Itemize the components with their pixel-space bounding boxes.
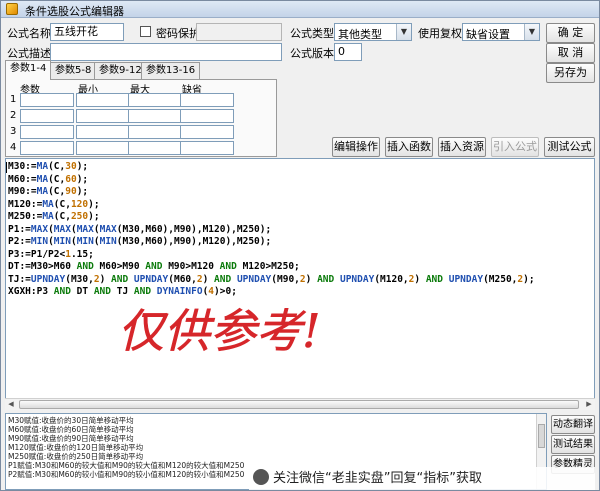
formula-desc-input[interactable] [50, 43, 282, 61]
window-title: 条件选股公式编辑器 [25, 5, 124, 18]
scroll-right-icon[interactable]: ▶ [583, 399, 595, 410]
formula-type-select[interactable]: 其他类型 ▼ [334, 23, 412, 41]
param-default-cell[interactable] [180, 93, 234, 107]
password-input[interactable] [196, 23, 282, 41]
scroll-left-icon[interactable]: ◀ [5, 399, 17, 410]
horizontal-scrollbar[interactable]: ◀ ▶ [5, 398, 595, 410]
svg-text:仅供参考!: 仅供参考! [118, 304, 321, 358]
param-name-cell[interactable] [20, 109, 74, 123]
edit-operations-button[interactable]: 编辑操作 [332, 137, 380, 157]
code-line[interactable]: M250:=MA(C,250); [8, 211, 535, 224]
param-row-number: 1 [10, 94, 17, 105]
password-label: 密码保护 [156, 27, 200, 40]
code-line[interactable]: P3:=P1/P2<1.15; [8, 249, 535, 262]
help-line: M60赋值:收盘价的60日简单移动平均 [8, 425, 134, 434]
scrollbar-thumb[interactable] [538, 424, 545, 448]
code-line[interactable]: P2:=MIN(MIN(MIN(MIN(M30,M60),M90),M120),… [8, 236, 535, 249]
formula-version-label: 公式版本 [290, 47, 334, 60]
help-line: M120赋值:收盘价的120日简单移动平均 [8, 443, 144, 452]
formula-desc-label: 公式描述 [7, 47, 51, 60]
param-default-cell[interactable] [180, 109, 234, 123]
code-text[interactable]: M30:=MA(C,30); M60:=MA(C,60); M90:=MA(C,90… [8, 161, 535, 299]
dynamic-translate-button[interactable]: 动态翻译 [551, 415, 595, 434]
formula-type-value: 其他类型 [338, 28, 382, 41]
test-formula-button[interactable]: 测试公式 [544, 137, 595, 157]
insert-resource-button[interactable]: 插入资源 [438, 137, 486, 157]
code-line[interactable]: M120:=MA(C,120); [8, 199, 535, 212]
wechat-watermark: 关注微信“老韭实盘”回复“指标”获取 [249, 467, 595, 490]
text-cursor [6, 162, 7, 173]
tab-params-9-12[interactable]: 参数9-12 [94, 62, 147, 79]
param-name-cell[interactable] [20, 141, 74, 155]
help-line: M90赋值:收盘价的90日简单移动平均 [8, 434, 134, 443]
help-line: M30赋值:收盘价的30日简单移动平均 [8, 416, 134, 425]
tab-params-5-8[interactable]: 参数5-8 [50, 62, 97, 79]
code-line[interactable]: P1:=MAX(MAX(MAX(MAX(M30,M60),M90),M120),… [8, 224, 535, 237]
formula-version-input[interactable]: 0 [334, 43, 362, 61]
code-line[interactable]: TJ:=UPNDAY(M30,2) AND UPNDAY(M60,2) AND … [8, 274, 535, 287]
param-table: 参数 最小 最大 缺省 1 2 3 4 [5, 79, 277, 157]
param-min-cell[interactable] [76, 125, 130, 139]
param-max-cell[interactable] [128, 141, 182, 155]
insert-function-button[interactable]: 插入函数 [385, 137, 433, 157]
wechat-icon [253, 469, 269, 485]
code-line[interactable]: M90:=MA(C,90); [8, 186, 535, 199]
param-row-number: 2 [10, 110, 17, 121]
save-as-button[interactable]: 另存为 [546, 63, 595, 83]
param-row-number: 3 [10, 126, 17, 137]
password-checkbox[interactable] [140, 26, 151, 37]
chevron-down-icon[interactable]: ▼ [524, 24, 539, 40]
formula-name-input[interactable]: 五线开花 [50, 23, 124, 41]
param-min-cell[interactable] [76, 109, 130, 123]
code-editor[interactable]: M30:=MA(C,30); M60:=MA(C,60); M90:=MA(C,90… [5, 158, 595, 410]
param-min-cell[interactable] [76, 93, 130, 107]
price-adjust-select[interactable]: 缺省设置 ▼ [462, 23, 540, 41]
price-adjust-label: 使用复权 [418, 27, 462, 40]
param-max-cell[interactable] [128, 109, 182, 123]
scrollbar-thumb[interactable] [19, 400, 579, 409]
tab-params-13-16[interactable]: 参数13-16 [141, 62, 201, 79]
watermark-text: 关注微信“老韭实盘”回复“指标”获取 [273, 471, 482, 486]
app-icon [6, 3, 18, 15]
param-min-cell[interactable] [76, 141, 130, 155]
help-line: P2赋值:M30和M60的较小值和M90的较小值和M120的较小值和M250 [8, 470, 245, 479]
formula-type-label: 公式类型 [290, 27, 334, 40]
param-default-cell[interactable] [180, 125, 234, 139]
param-name-cell[interactable] [20, 125, 74, 139]
param-max-cell[interactable] [128, 125, 182, 139]
param-max-cell[interactable] [128, 93, 182, 107]
chevron-down-icon[interactable]: ▼ [396, 24, 411, 40]
title-bar[interactable]: 条件选股公式编辑器 [1, 1, 599, 18]
param-name-cell[interactable] [20, 93, 74, 107]
price-adjust-value: 缺省设置 [466, 28, 510, 41]
ok-button[interactable]: 确 定 [546, 23, 595, 43]
help-line: M250赋值:收盘价的250日简单移动平均 [8, 452, 144, 461]
formula-name-label: 公式名称 [7, 27, 51, 40]
code-line[interactable]: DT:=M30>M60 AND M60>M90 AND M90>M120 AND… [8, 261, 535, 274]
code-line[interactable]: M30:=MA(C,30); [8, 161, 535, 174]
cite-formula-button[interactable]: 引入公式 [491, 137, 539, 157]
test-result-button[interactable]: 测试结果 [551, 435, 595, 454]
formula-editor-window: 条件选股公式编辑器 公式名称 五线开花 密码保护 公式类型 其他类型 ▼ 使用复… [0, 0, 600, 491]
cancel-button[interactable]: 取 消 [546, 43, 595, 63]
help-line: P1赋值:M30和M60的较大值和M90的较大值和M120的较大值和M250 [8, 461, 245, 470]
param-default-cell[interactable] [180, 141, 234, 155]
reference-only-stamp: 仅供参考! [118, 304, 321, 359]
tab-params-1-4[interactable]: 参数1-4 [5, 60, 52, 80]
param-row-number: 4 [10, 142, 17, 153]
code-line[interactable]: M60:=MA(C,60); [8, 174, 535, 187]
